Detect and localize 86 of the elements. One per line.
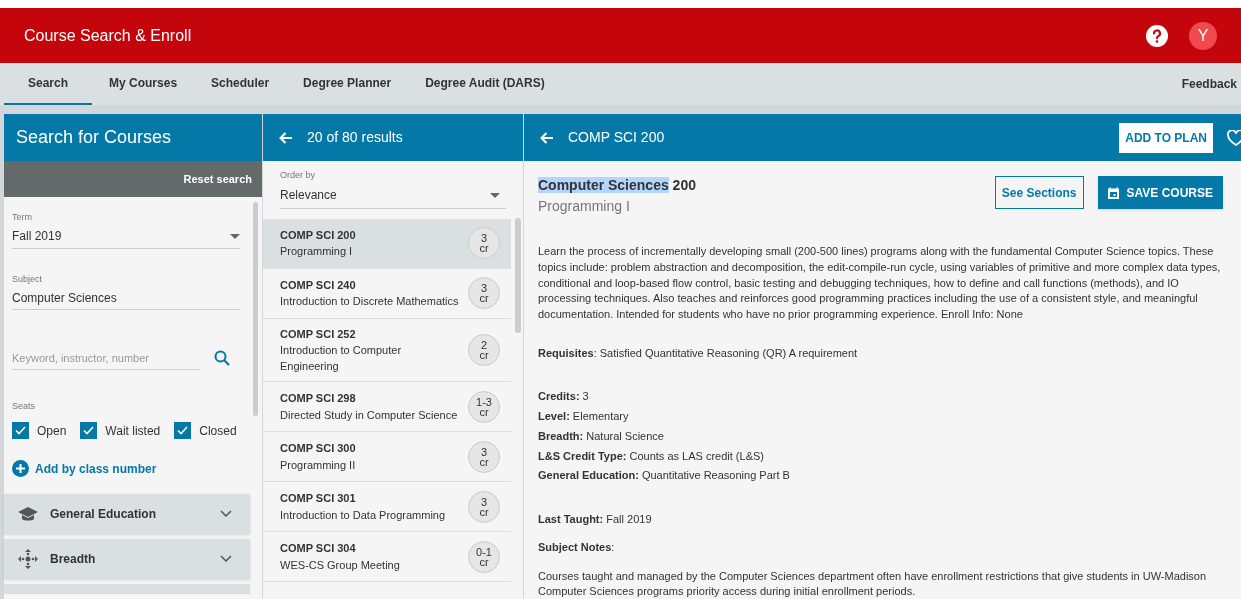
dropdown-icon xyxy=(490,192,500,198)
panel-title: Search for Courses xyxy=(16,126,172,149)
add-by-class-link[interactable]: Add by class number xyxy=(12,459,240,478)
course-code: COMP SCI 304 xyxy=(280,541,357,557)
checkmark-icon xyxy=(15,426,26,435)
keyword-field[interactable]: Keyword, instructor, number xyxy=(12,346,200,370)
feedback-link[interactable]: Feedback xyxy=(1181,75,1237,93)
course-number: 200 xyxy=(672,177,696,193)
filter-section[interactable]: General Education xyxy=(4,493,250,534)
save-course-button[interactable]: SAVE COURSE xyxy=(1097,176,1223,209)
course-fact: L&S Credit Type: Counts as LAS credit (L&S) xyxy=(538,448,765,464)
checkbox-label: Closed xyxy=(199,422,237,440)
add-to-plan-button[interactable]: ADD TO PLAN xyxy=(1119,122,1213,153)
course-list-item[interactable]: COMP SCI 200 Programming I 3 cr xyxy=(263,218,511,269)
course-subject: Computer Sciences xyxy=(538,177,669,193)
course-fact: General Education: Quantitative Reasoning Part B xyxy=(538,468,791,484)
requisites-text: Requisites: Satisfied Quantitative Reasoning (QR) A requirement xyxy=(538,346,859,361)
move-arrows-icon xyxy=(18,548,38,569)
course-code: COMP SCI 300 xyxy=(280,441,357,457)
last-taught-text: Last Taught: Fall 2019 xyxy=(538,511,653,527)
subject-notes-label: Subject Notes: xyxy=(538,540,616,556)
calendar-icon xyxy=(1107,186,1119,199)
checkbox-label: Open xyxy=(37,422,67,440)
course-title: Introduction to Data Programming xyxy=(280,507,447,523)
filter-section[interactable]: Breadth xyxy=(4,538,250,579)
course-title: Programming I xyxy=(280,244,354,260)
checkmark-icon xyxy=(177,426,189,435)
subject-field[interactable]: Computer Sciences xyxy=(12,286,240,310)
course-title: Introduction to Computer Engineering xyxy=(280,343,403,374)
filter-label: General Education xyxy=(50,505,157,523)
credit-badge: 3 cr xyxy=(468,440,500,473)
plus-icon xyxy=(12,460,29,477)
subject-notes-text: Courses taught and managed by the Computer Sciences department often have enrollment restrictions that give students in UW-Madison Computer Sciences programs priority access during initial enrollment periods. xyxy=(538,568,1208,599)
credit-badge: 1-3 cr xyxy=(468,390,500,423)
course-title: WES-CS Group Meeting xyxy=(280,557,401,573)
dropdown-icon xyxy=(230,233,240,239)
nav-tab[interactable]: Degree Audit (DARS) xyxy=(408,63,562,105)
field-label: Seats xyxy=(12,400,36,413)
course-name: Programming I xyxy=(538,197,631,216)
credit-badge: 3 cr xyxy=(468,277,500,309)
credit-badge: 0-1 cr xyxy=(468,540,500,573)
back-arrow-icon[interactable] xyxy=(540,131,554,144)
credit-badge: 3 cr xyxy=(468,227,500,259)
nav-tab[interactable]: Scheduler xyxy=(194,63,287,105)
credit-badge: 2 cr xyxy=(468,333,500,366)
course-fact: Level: Elementary xyxy=(538,409,630,425)
course-code: COMP SCI 298 xyxy=(280,391,357,407)
filter-label: Breadth xyxy=(50,550,96,568)
field-label: Term xyxy=(12,211,33,224)
course-title: Introduction to Discrete Mathematics xyxy=(280,294,460,310)
chevron-down-icon xyxy=(220,555,232,562)
course-code: COMP SCI 200 xyxy=(280,227,357,243)
app-title: Course Search & Enroll xyxy=(24,25,192,46)
order-by-dropdown[interactable]: Relevance xyxy=(280,182,506,209)
scrollbar[interactable] xyxy=(515,218,521,333)
reset-search-button[interactable]: Reset search xyxy=(183,170,252,188)
help-icon[interactable] xyxy=(1145,23,1169,48)
see-sections-button[interactable]: See Sections xyxy=(994,176,1084,209)
checkbox[interactable] xyxy=(174,422,192,439)
scrollbar[interactable] xyxy=(253,202,258,416)
course-code: COMP SCI 301 xyxy=(280,491,357,507)
course-title: Programming II xyxy=(280,457,357,473)
back-arrow-icon[interactable] xyxy=(279,131,293,144)
field-label: Subject xyxy=(12,272,44,286)
credit-badge: 3 cr xyxy=(468,490,500,523)
course-description: Learn the process of incrementally developing small (200-500 lines) programs along with the fundamental Computer Science topics. These topics include: problem abstraction and decomposition, the edit-compile-run cycle, using variables of primitive and more complex data types, conditional and loop-based flow control, basic testing and debugging techniques, how to define and call functions (methods), and IO processing techniques. Also teaches and reinforces good programming practices including the use of a consistent style, and meaningful documentation. Intended for students who have no prior programming experience. Enroll Info: None xyxy=(538,244,1222,323)
chevron-down-icon xyxy=(220,510,232,517)
checkmark-icon xyxy=(83,426,95,435)
term-dropdown[interactable]: Fall 2019 xyxy=(12,224,240,249)
graduation-cap-icon xyxy=(18,505,38,522)
search-icon[interactable] xyxy=(214,350,230,366)
course-fact: Breadth: Natural Science xyxy=(538,428,665,444)
heart-icon[interactable] xyxy=(1227,129,1241,146)
field-label: Order by xyxy=(280,169,316,182)
checkbox[interactable] xyxy=(12,422,29,439)
panel-title: COMP SCI 200 xyxy=(568,128,665,147)
panel-title: 20 of 80 results xyxy=(307,128,403,147)
user-avatar[interactable]: Y xyxy=(1189,21,1217,50)
checkbox-label: Wait listed xyxy=(105,422,161,440)
nav-tab[interactable]: Degree Planner xyxy=(286,63,409,105)
course-code: COMP SCI 240 xyxy=(280,277,357,293)
checkbox[interactable] xyxy=(80,422,98,439)
course-fact: Credits: 3 xyxy=(538,389,590,405)
course-code: COMP SCI 252 xyxy=(280,326,357,342)
course-title: Directed Study in Computer Science xyxy=(280,407,459,423)
nav-tab[interactable]: My Courses xyxy=(92,63,195,105)
